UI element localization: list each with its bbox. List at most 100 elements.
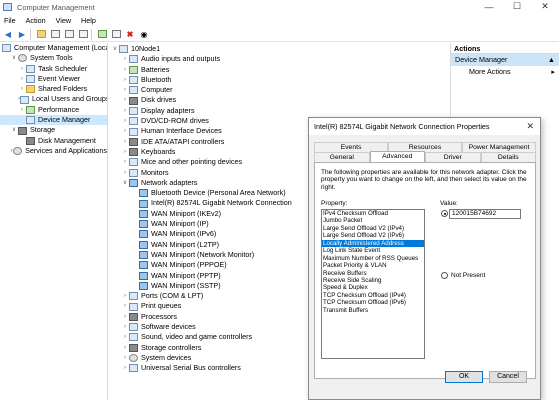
chevron-down-icon[interactable]: ∨ <box>10 53 18 63</box>
console-tree-item-label: Storage <box>30 125 56 135</box>
menu-file[interactable]: File <box>4 16 16 25</box>
console-tree-item[interactable]: ∨ Storage <box>0 125 107 135</box>
chevron-right-icon[interactable]: › <box>121 65 129 75</box>
actions-device-manager[interactable]: Device Manager ▲ <box>451 54 559 66</box>
uninstall-device-icon[interactable]: ✖ <box>124 28 136 40</box>
console-tree-item-label: Local Users and Groups <box>32 94 108 104</box>
chevron-right-icon[interactable]: › <box>18 84 26 94</box>
menu-view[interactable]: View <box>56 16 71 25</box>
chevron-right-icon[interactable]: › <box>18 74 26 84</box>
property-list-item[interactable]: Log Link State Event <box>322 247 424 254</box>
chevron-right-icon[interactable]: › <box>121 363 129 373</box>
chevron-right-icon[interactable]: › <box>121 353 129 363</box>
tab-power-management[interactable]: Power Management <box>462 142 536 152</box>
console-tree-item[interactable]: › Shared Folders <box>0 84 107 94</box>
device-tree-item-label: IDE ATA/ATAPI controllers <box>141 136 225 146</box>
collapse-arrow-icon[interactable]: ▲ <box>548 54 555 66</box>
chevron-right-icon[interactable]: › <box>121 54 129 64</box>
disable-device-icon[interactable]: ◉ <box>138 28 150 40</box>
tab-general[interactable]: General <box>314 152 370 162</box>
console-tree-item[interactable]: › Services and Applications <box>0 146 107 156</box>
close-button[interactable]: ✕ <box>531 0 559 13</box>
property-list[interactable]: IPv4 Checksum Offload Jumbo Packet Large S… <box>321 209 425 359</box>
chevron-right-icon[interactable]: › <box>121 168 129 178</box>
chevron-right-icon[interactable]: › <box>121 95 129 105</box>
menu-action[interactable]: Action <box>26 16 46 25</box>
maximize-button[interactable]: ☐ <box>503 0 531 13</box>
device-tree-item[interactable]: › Disk drives <box>109 95 449 105</box>
chevron-right-icon[interactable]: › <box>18 64 26 74</box>
device-tree-item-label: System devices <box>141 352 192 362</box>
value-input[interactable]: 120015B74692 <box>449 209 521 219</box>
property-list-item[interactable]: Receive Side Scaling <box>322 277 424 284</box>
property-list-item[interactable]: Jumbo Packet <box>322 217 424 224</box>
chevron-right-icon[interactable]: › <box>121 312 129 322</box>
chevron-right-icon[interactable]: › <box>121 301 129 311</box>
console-tree-item[interactable]: Disk Management <box>0 136 107 146</box>
chevron-right-icon[interactable]: › <box>121 157 129 167</box>
property-list-item[interactable]: TCP Checksum Offload (IPv4) <box>322 292 424 299</box>
property-list-item[interactable]: Transmit Buffers <box>322 307 424 314</box>
console-tree-item[interactable]: › Performance <box>0 105 107 115</box>
menu-help[interactable]: Help <box>81 16 96 25</box>
chevron-right-icon[interactable]: › <box>121 116 129 126</box>
property-list-item[interactable]: Speed & Duplex <box>322 284 424 291</box>
console-tree-item[interactable]: › Local Users and Groups <box>0 94 107 104</box>
not-present-radio[interactable] <box>441 272 448 279</box>
device-tree-item[interactable]: › Batteries <box>109 65 449 75</box>
property-list-item[interactable]: TCP Checksum Offload (IPv6) <box>322 299 424 306</box>
chevron-down-icon[interactable]: ∨ <box>111 44 119 54</box>
chevron-right-icon[interactable]: › <box>121 137 129 147</box>
device-tree-item[interactable]: ∨ 10Node1 <box>109 44 449 54</box>
chevron-right-icon[interactable]: › <box>121 291 129 301</box>
more-actions[interactable]: More Actions ▸ <box>451 66 559 78</box>
value-radio[interactable] <box>441 210 448 217</box>
chevron-right-icon[interactable]: › <box>121 343 129 353</box>
chevron-right-icon[interactable]: › <box>121 75 129 85</box>
chevron-right-icon[interactable]: › <box>18 105 26 115</box>
forward-arrow-icon[interactable]: ▶ <box>16 28 28 40</box>
chevron-right-icon[interactable]: › <box>121 85 129 95</box>
update-driver-icon[interactable] <box>110 28 122 40</box>
properties-icon[interactable] <box>77 28 89 40</box>
property-list-item[interactable]: Maximum Number of RSS Queues <box>322 255 424 262</box>
scan-hardware-icon[interactable] <box>96 28 108 40</box>
chevron-down-icon[interactable]: ∨ <box>121 178 129 188</box>
dialog-close-icon[interactable]: ✕ <box>526 121 534 132</box>
device-icon <box>26 116 35 125</box>
console-tree-item[interactable]: ∨ System Tools <box>0 53 107 63</box>
console-tree-item[interactable]: Device Manager <box>0 115 107 126</box>
console-tree-item[interactable]: › Task Scheduler <box>0 64 107 74</box>
tab-details[interactable]: Details <box>480 152 536 162</box>
device-tree-item[interactable]: › Bluetooth <box>109 75 449 85</box>
chevron-right-icon[interactable]: › <box>121 147 129 157</box>
property-list-item[interactable]: Large Send Offload V2 (IPv4) <box>322 225 424 232</box>
property-list-item[interactable]: Receive Buffers <box>322 270 424 277</box>
minimize-button[interactable]: — <box>475 0 503 13</box>
back-arrow-icon[interactable]: ◀ <box>2 28 14 40</box>
cancel-button[interactable]: Cancel <box>489 371 527 383</box>
chevron-right-icon[interactable]: › <box>121 332 129 342</box>
console-tree-item-label: Shared Folders <box>38 84 88 94</box>
up-folder-icon[interactable] <box>35 28 47 40</box>
device-tree-item[interactable]: › Audio inputs and outputs <box>109 54 449 64</box>
help-icon[interactable] <box>63 28 75 40</box>
device-tree-item[interactable]: › Display adapters <box>109 106 449 116</box>
property-list-item[interactable]: Locally Administered Address <box>322 239 424 248</box>
console-tree-item[interactable]: Computer Management (Local <box>0 43 107 53</box>
console-tree-item[interactable]: › Event Viewer <box>0 74 107 84</box>
console-tree-item-label: Disk Management <box>38 135 96 145</box>
property-list-item[interactable]: Packet Priority & VLAN <box>322 262 424 269</box>
tab-driver[interactable]: Driver <box>425 152 481 162</box>
property-list-item[interactable]: IPv4 Checksum Offload <box>322 210 424 217</box>
chevron-right-icon[interactable]: › <box>121 126 129 136</box>
property-list-item[interactable]: Large Send Offload V2 (IPv6) <box>322 232 424 239</box>
device-tree-item[interactable]: › Computer <box>109 85 449 95</box>
show-hide-tree-icon[interactable] <box>49 28 61 40</box>
tab-advanced[interactable]: Advanced <box>369 151 425 162</box>
chevron-right-icon[interactable]: › <box>121 322 129 332</box>
chevron-right-icon[interactable]: › <box>121 106 129 116</box>
advanced-description: The following properties are available f… <box>321 169 527 191</box>
ok-button[interactable]: OK <box>445 371 483 383</box>
chevron-down-icon[interactable]: ∨ <box>10 125 18 135</box>
